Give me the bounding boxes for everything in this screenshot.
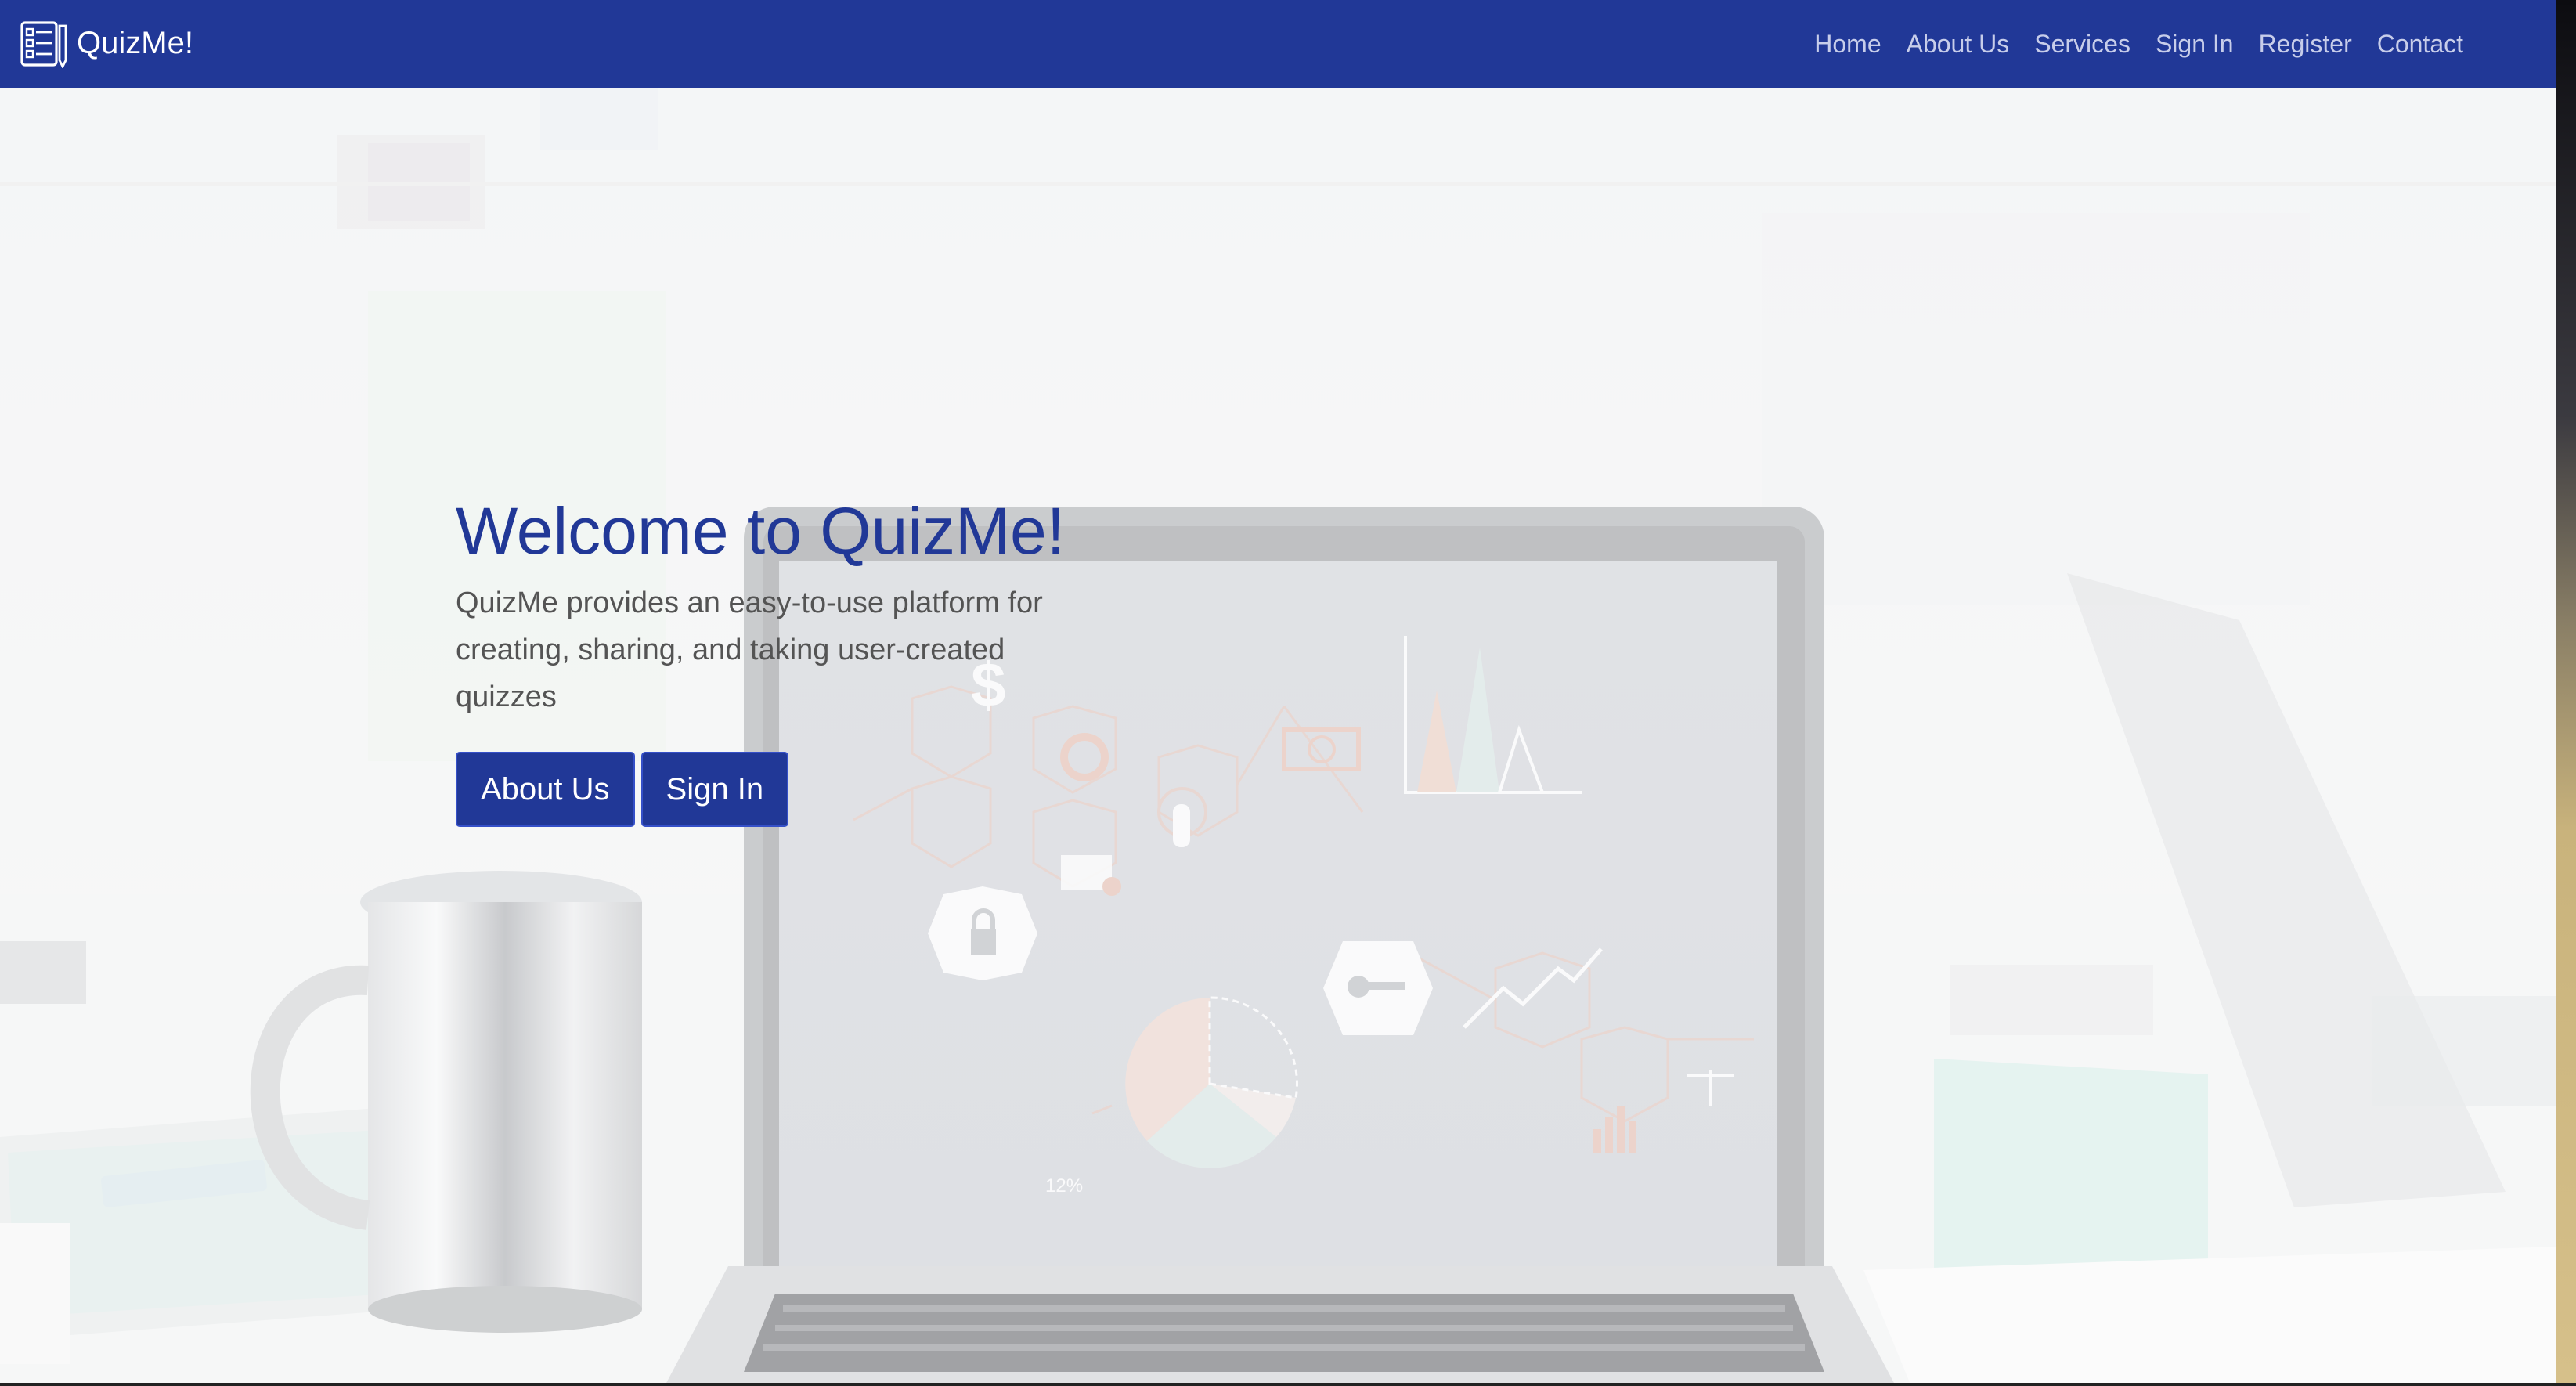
brand-link[interactable]: QuizMe!: [20, 17, 193, 69]
hero-title: Welcome to QuizMe!: [456, 494, 1066, 568]
hero-description: QuizMe provides an easy-to-use platform …: [456, 587, 1043, 713]
quiz-list-icon: [20, 21, 67, 68]
nav-sign-in[interactable]: Sign In: [2156, 30, 2234, 59]
brand-name: QuizMe!: [77, 26, 193, 60]
top-navbar: QuizMe! Home About Us Services Sign In R…: [0, 0, 2556, 88]
nav-services[interactable]: Services: [2034, 30, 2130, 59]
page: QuizMe! Home About Us Services Sign In R…: [0, 0, 2556, 1384]
hero-background-image: $ 12%: [0, 88, 2556, 1384]
hero-section: Welcome to QuizMe! QuizMe provides an ea…: [456, 487, 1129, 827]
nav-contact[interactable]: Contact: [2377, 30, 2463, 59]
nav-links: Home About Us Services Sign In Register …: [1789, 0, 2463, 88]
window-bottom-edge: [0, 1383, 2576, 1386]
about-us-button[interactable]: About Us: [456, 752, 635, 827]
sign-in-button[interactable]: Sign In: [640, 752, 789, 827]
hero-button-group: About Us Sign In: [456, 752, 1129, 827]
nav-home[interactable]: Home: [1814, 30, 1881, 59]
desktop-background-edge: [2556, 0, 2576, 1386]
nav-register[interactable]: Register: [2259, 30, 2352, 59]
nav-about-us[interactable]: About Us: [1907, 30, 2010, 59]
